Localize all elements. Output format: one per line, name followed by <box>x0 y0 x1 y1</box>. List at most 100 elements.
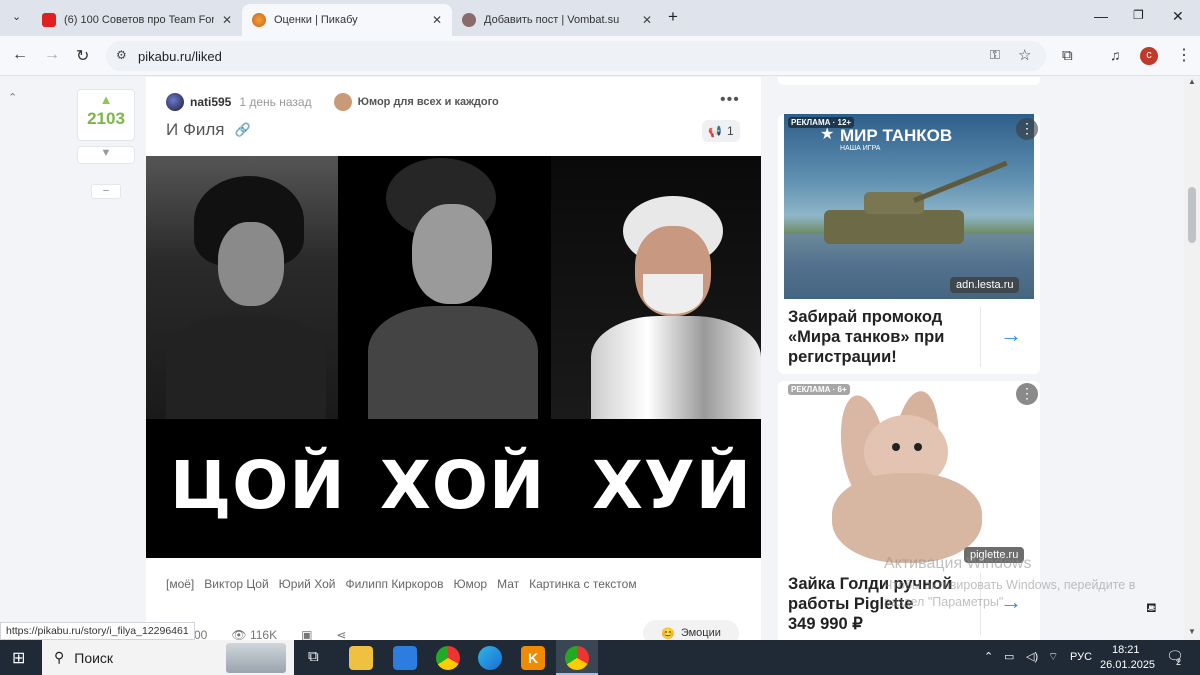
key-icon[interactable]: ⚿ <box>990 47 1000 63</box>
tag[interactable]: Картинка с текстом <box>529 577 636 591</box>
more-options-icon[interactable]: ••• <box>720 91 740 109</box>
tab-title: Добавить пост | Vombat.su <box>484 14 620 26</box>
tag[interactable]: Юмор <box>453 577 487 591</box>
post-meta: nati595 1 день назад Юмор для всех и каж… <box>166 93 499 111</box>
language-indicator[interactable]: РУС <box>1070 651 1092 663</box>
minimize-button[interactable]: — <box>1094 8 1108 24</box>
tab-title: Оценки | Пикабу <box>274 14 358 26</box>
bookmark-star-icon[interactable]: ☆ <box>1018 46 1031 64</box>
network-icon[interactable]: ⌔ <box>1048 650 1058 664</box>
tag[interactable]: Виктор Цой <box>204 577 268 591</box>
notifications-icon[interactable]: 🗨 <box>1166 648 1184 665</box>
extensions-icon[interactable]: ⧉ <box>1062 47 1073 64</box>
tag-list: [моё] Виктор Цой Юрий Хой Филипп Киркоро… <box>166 577 637 591</box>
caption-kirkorov: ХУЙ <box>592 447 753 524</box>
tab-vombat[interactable]: Добавить пост | Vombat.su ✕ <box>452 4 662 36</box>
post-title[interactable]: И Филя <box>166 120 225 140</box>
tab-pikabu[interactable]: Оценки | Пикабу ✕ <box>242 4 452 36</box>
file-explorer-icon[interactable] <box>349 646 373 670</box>
megaphone-icon: 📢 <box>708 125 722 138</box>
activation-watermark-text: Чтобы активировать Windows, перейдите в … <box>884 578 1136 609</box>
tag[interactable]: Юрий Хой <box>279 577 336 591</box>
vote-box: ▲ 2103 <box>77 89 135 141</box>
upvote-icon[interactable]: ▲ <box>78 92 134 107</box>
caption-khoy: ХОЙ <box>380 447 546 524</box>
close-window-button[interactable]: ✕ <box>1172 8 1184 25</box>
author-name[interactable]: nati595 <box>190 95 231 109</box>
store-icon[interactable] <box>393 646 417 670</box>
post-rating: 2103 <box>87 109 125 128</box>
tag[interactable]: Филипп Киркоров <box>345 577 443 591</box>
taskbar-search[interactable]: ⚲ Поиск <box>42 640 294 675</box>
close-icon[interactable]: ✕ <box>642 13 652 27</box>
clock-date[interactable]: 26.01.2025 <box>1100 659 1155 671</box>
tag[interactable]: [моё] <box>166 577 194 591</box>
downvote-icon[interactable]: ▼ <box>77 146 135 164</box>
notifications-count: 2 <box>1176 657 1182 667</box>
saves-button[interactable]: 📢 1 <box>702 120 740 142</box>
profile-avatar[interactable]: с <box>1140 47 1158 65</box>
tab-youtube[interactable]: (6) 100 Советов про Team Fort ✕ <box>32 4 242 36</box>
media-icon[interactable]: ♫ <box>1110 47 1121 63</box>
vombat-icon <box>462 13 476 27</box>
tab-title: (6) 100 Советов про Team Fort <box>64 14 214 26</box>
share-icon[interactable]: ⋖ <box>336 628 346 640</box>
windows-start-icon[interactable]: ⊞ <box>12 648 25 668</box>
menu-icon[interactable]: ⋮ <box>1176 45 1192 65</box>
site-info-icon[interactable]: ⚙ <box>116 48 127 62</box>
chrome-active-icon[interactable] <box>565 646 589 670</box>
arrow-right-icon[interactable]: → <box>1000 322 1022 348</box>
eye-icon: 👁 <box>231 628 247 640</box>
save-icon[interactable]: ▣ <box>301 628 312 640</box>
scroll-down-icon[interactable]: ▼ <box>1188 627 1196 636</box>
clock-time[interactable]: 18:21 <box>1112 644 1140 656</box>
tag[interactable]: Мат <box>497 577 519 591</box>
address-bar[interactable]: ⚙ pikabu.ru/liked ⚿ ☆ <box>106 41 1046 71</box>
link-icon[interactable]: 🔗 <box>235 122 251 138</box>
emotions-button[interactable]: 😊 Эмоции <box>643 620 739 640</box>
new-tab-button[interactable]: + <box>668 7 678 27</box>
comments-count[interactable]: 00 <box>194 628 207 640</box>
author-avatar[interactable] <box>166 93 184 111</box>
chrome-icon[interactable] <box>436 646 460 670</box>
photo-kirkorov <box>551 156 761 419</box>
post-stats: 00 👁 116K ▣ ⋖ <box>194 628 346 640</box>
close-icon[interactable]: ✕ <box>432 13 442 27</box>
paint-bucket-icon: ⛾ <box>1146 600 1157 615</box>
tab-list-chevron-icon[interactable]: ⌄ <box>12 10 21 23</box>
search-highlight-image <box>226 642 286 673</box>
ad-label: РЕКЛАМА · 6+ <box>788 384 850 395</box>
close-icon[interactable]: ✕ <box>222 13 232 27</box>
scroll-up-icon[interactable]: ▲ <box>1188 77 1196 86</box>
page-content: ⌃ ▲ 2103 ▼ – nati595 1 день назад Юмор д… <box>0 77 1200 640</box>
collapse-post-button[interactable]: – <box>91 184 121 199</box>
maximize-button[interactable]: ❐ <box>1133 8 1144 22</box>
k-app-icon[interactable]: K <box>521 646 545 670</box>
reload-icon[interactable]: ↻ <box>76 46 89 66</box>
forward-icon[interactable]: → <box>44 46 60 64</box>
battery-icon[interactable]: ▭ <box>1004 650 1014 663</box>
scrollbar[interactable]: ▲ ▼ <box>1184 77 1200 640</box>
ad-source[interactable]: adn.lesta.ru <box>950 277 1020 293</box>
community-avatar[interactable] <box>333 93 352 111</box>
scrollbar-thumb[interactable] <box>1188 187 1196 243</box>
views: 👁 116K <box>231 628 277 640</box>
ad-image-bunny: piglette.ru РЕКЛАМА · 6+ <box>784 381 1034 566</box>
youtube-icon <box>42 13 56 27</box>
pikabu-icon <box>252 13 266 27</box>
ad-card-tanks[interactable]: МИР ТАНКОВ НАША ИГРА ★ РЕКЛАМА · 12+ adn… <box>778 114 1040 374</box>
ad-divider <box>980 307 981 367</box>
collapse-chevron-icon[interactable]: ⌃ <box>8 91 17 104</box>
back-icon[interactable]: ← <box>12 46 28 64</box>
edge-icon[interactable] <box>478 646 502 670</box>
url-text: pikabu.ru/liked <box>138 49 222 64</box>
ad-price: 349 990 ₽ <box>788 615 863 633</box>
volume-icon[interactable]: ◁) <box>1026 650 1038 663</box>
photo-khoy <box>338 156 551 419</box>
ad-text[interactable]: Забирай промокод «Мира танков» при регис… <box>788 307 978 367</box>
ad-menu-icon[interactable]: ⋮ <box>1016 118 1038 140</box>
community-name[interactable]: Юмор для всех и каждого <box>358 96 499 108</box>
ad-menu-icon[interactable]: ⋮ <box>1016 383 1038 405</box>
task-view-icon[interactable]: ⧉ <box>308 648 319 665</box>
tray-chevron-icon[interactable]: ⌃ <box>984 650 993 663</box>
